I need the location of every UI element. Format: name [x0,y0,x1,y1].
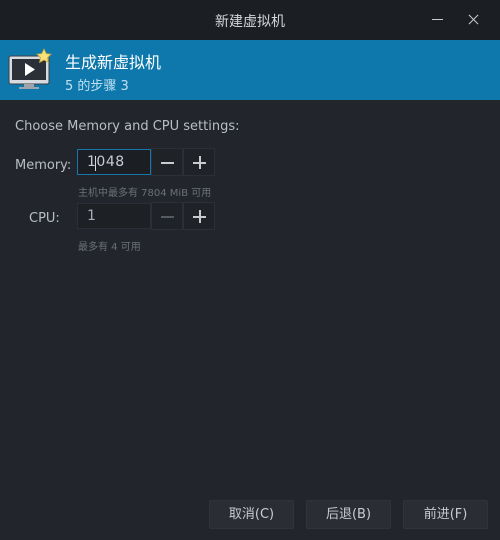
cancel-button[interactable]: 取消(C) [209,500,294,529]
minimize-button[interactable] [426,8,450,32]
memory-hint: 主机中最多有 7804 MiB 可用 [78,188,212,199]
cpu-value: 1 [87,208,96,224]
memory-input[interactable]: 1048 [77,149,151,175]
cpu-increment-button[interactable] [183,202,215,230]
wizard-title: 生成新虚拟机 [65,53,162,72]
text-cursor [95,156,96,171]
title-bar: 新建虚拟机 [0,0,500,40]
plus-icon-vertical [199,156,201,169]
settings-prompt: Choose Memory and CPU settings: [15,119,240,134]
close-button[interactable] [462,8,486,32]
back-button[interactable]: 后退(B) [306,500,391,529]
minus-icon [161,162,174,164]
virtual-machine-icon [8,48,52,89]
plus-icon-vertical [199,210,201,223]
minus-icon [161,216,174,218]
wizard-step-indicator: 5 的步骤 3 [65,79,129,94]
cpu-label: CPU: [29,211,60,226]
memory-value: 1048 [87,154,125,170]
cpu-hint: 最多有 4 可用 [78,242,141,253]
cpu-input[interactable]: 1 [77,203,151,229]
memory-decrement-button[interactable] [151,148,183,176]
forward-button[interactable]: 前进(F) [403,500,488,529]
cpu-decrement-button [151,202,183,230]
memory-increment-button[interactable] [183,148,215,176]
wizard-header: 生成新虚拟机 5 的步骤 3 [0,40,500,100]
window-title: 新建虚拟机 [215,14,285,30]
memory-label: Memory: [15,158,72,173]
